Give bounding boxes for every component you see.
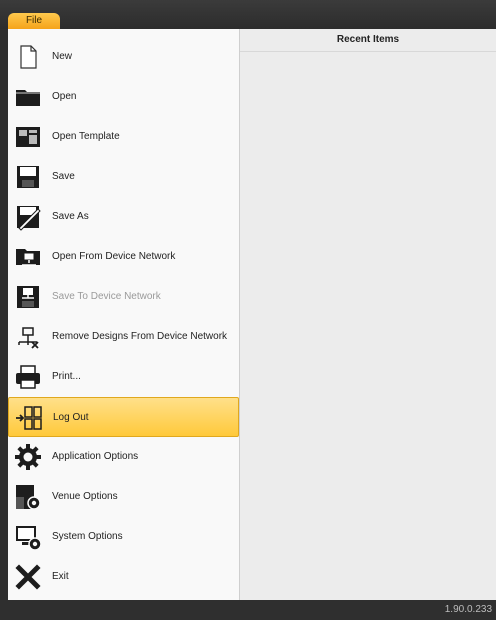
- window-frame: [0, 0, 8, 620]
- menu-item-open-from-device-network[interactable]: Open From Device Network: [8, 237, 239, 277]
- menu-item-save-as[interactable]: Save As: [8, 197, 239, 237]
- menu-item-label: Remove Designs From Device Network: [52, 331, 228, 342]
- menu-item-system-options[interactable]: System Options: [8, 517, 239, 557]
- open-from-network-icon: [16, 249, 40, 266]
- menu-item-open-template[interactable]: Open Template: [8, 117, 239, 157]
- menu-item-label: New: [52, 51, 73, 62]
- status-bar: 1.90.0.233: [0, 600, 496, 620]
- printer-icon: [16, 365, 40, 389]
- menu-item-label: Venue Options: [52, 491, 118, 502]
- menu-item-save-to-device-network[interactable]: Save To Device Network: [8, 277, 239, 317]
- menu-item-label: Print...: [52, 371, 81, 382]
- venue-options-icon: [16, 485, 41, 510]
- version-label: 1.90.0.233: [444, 604, 492, 615]
- menu-item-new[interactable]: New: [8, 37, 239, 77]
- menu-item-label: Application Options: [52, 451, 139, 462]
- menu-item-application-options[interactable]: Application Options: [8, 437, 239, 477]
- menu-item-print[interactable]: Print...: [8, 357, 239, 397]
- close-icon: [15, 564, 41, 590]
- file-menu: New Open Open Template Save Save As Open…: [8, 29, 240, 600]
- menu-item-log-out[interactable]: Log Out: [8, 397, 239, 437]
- menu-item-label: Save As: [52, 211, 89, 222]
- menu-item-remove-designs[interactable]: Remove Designs From Device Network: [8, 317, 239, 357]
- menu-item-label: System Options: [52, 531, 123, 542]
- file-tab[interactable]: File: [8, 13, 60, 29]
- new-document-icon: [20, 45, 37, 69]
- menu-item-label: Save: [52, 171, 75, 182]
- menu-item-label: Open Template: [52, 131, 120, 142]
- menu-item-label: Open From Device Network: [52, 251, 176, 262]
- log-out-icon: [16, 406, 42, 430]
- open-template-icon: [16, 127, 40, 147]
- menu-item-label: Save To Device Network: [52, 291, 161, 302]
- menu-item-venue-options[interactable]: Venue Options: [8, 477, 239, 517]
- recent-items-panel: Recent Items: [240, 29, 496, 600]
- menu-item-label: Exit: [52, 571, 69, 582]
- menu-item-open[interactable]: Open: [8, 77, 239, 117]
- menu-item-exit[interactable]: Exit: [8, 557, 239, 597]
- menu-item-label: Log Out: [53, 412, 89, 423]
- remove-from-network-icon: [18, 327, 39, 349]
- save-as-icon: [17, 206, 41, 231]
- menu-item-save[interactable]: Save: [8, 157, 239, 197]
- save-icon: [17, 166, 39, 188]
- recent-items-header: Recent Items: [240, 29, 496, 52]
- system-options-icon: [16, 526, 42, 551]
- title-bar: File: [0, 0, 496, 29]
- menu-item-label: Open: [52, 91, 77, 102]
- save-to-network-icon: [17, 286, 39, 308]
- folder-open-icon: [16, 90, 40, 106]
- gear-icon: [15, 444, 41, 470]
